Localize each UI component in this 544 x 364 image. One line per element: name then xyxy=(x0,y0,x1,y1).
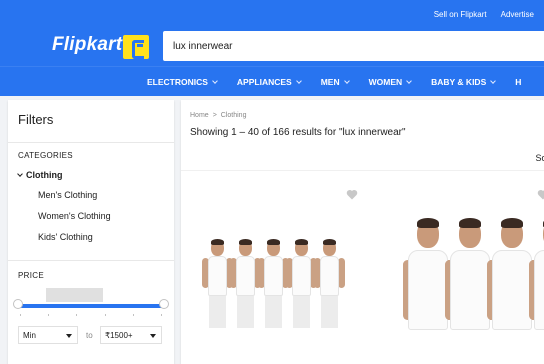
price-slider-track[interactable] xyxy=(18,304,164,308)
caret-down-icon xyxy=(66,334,72,338)
price-slider-max-handle[interactable] xyxy=(159,299,169,309)
price-histogram xyxy=(46,288,103,302)
subcategory-womens-clothing[interactable]: Women's Clothing xyxy=(38,211,111,221)
nav-label: WOMEN xyxy=(368,77,403,87)
results-panel: Home > Clothing Showing 1 – 40 of 166 re… xyxy=(181,100,544,364)
search-box[interactable] xyxy=(163,31,544,61)
header: Sell on Flipkart Advertise Flipkart xyxy=(0,0,544,66)
price-to-label: to xyxy=(86,331,93,340)
nav-home-truncated[interactable]: H xyxy=(515,77,521,87)
sort-label[interactable]: Sort xyxy=(535,153,544,163)
chevron-down-icon xyxy=(406,77,412,84)
divider xyxy=(8,142,174,143)
nav-women[interactable]: WOMEN xyxy=(369,77,412,87)
divider xyxy=(8,260,174,261)
nav-label: APPLIANCES xyxy=(236,77,292,87)
filters-title: Filters xyxy=(18,112,54,127)
chevron-down-icon xyxy=(212,77,218,84)
price-heading: PRICE xyxy=(18,271,44,280)
categories-heading: CATEGORIES xyxy=(18,151,73,160)
divider xyxy=(181,170,544,171)
page: Sell on Flipkart Advertise Flipkart ELEC… xyxy=(0,0,544,364)
category-navbar: ELECTRONICS APPLIANCES MEN WOMEN BABY & … xyxy=(0,66,544,96)
flipkart-logo-icon[interactable] xyxy=(123,35,149,59)
nav-men[interactable]: MEN xyxy=(320,77,350,87)
product-image-vest-pack[interactable] xyxy=(201,230,351,330)
nav-label: BABY & KIDS xyxy=(431,77,487,87)
category-label: Clothing xyxy=(26,170,63,180)
wishlist-heart-icon[interactable] xyxy=(537,189,544,200)
nav-baby-kids[interactable]: BABY & KIDS xyxy=(431,77,497,87)
flipkart-logo-text[interactable]: Flipkart xyxy=(52,34,122,56)
subcategory-mens-clothing[interactable]: Men's Clothing xyxy=(38,190,97,200)
results-summary: Showing 1 – 40 of 166 results for "lux i… xyxy=(190,127,406,138)
price-slider-ticks xyxy=(20,314,162,317)
search-input[interactable] xyxy=(163,31,544,61)
nav-label: H xyxy=(515,77,522,87)
breadcrumb-separator: > xyxy=(212,112,217,119)
sell-on-flipkart-link[interactable]: Sell on Flipkart xyxy=(434,10,487,19)
max-price-select[interactable]: ₹1500+ xyxy=(100,326,162,344)
price-slider-min-handle[interactable] xyxy=(13,299,23,309)
nav-label: ELECTRONICS xyxy=(147,77,208,87)
top-links: Sell on Flipkart Advertise xyxy=(434,10,534,19)
nav-electronics[interactable]: ELECTRONICS xyxy=(147,77,218,87)
category-clothing[interactable]: Clothing xyxy=(17,170,63,180)
wishlist-heart-icon[interactable] xyxy=(346,189,358,200)
chevron-down-icon xyxy=(490,77,497,84)
breadcrumb-clothing[interactable]: Clothing xyxy=(221,112,247,119)
nav-appliances[interactable]: APPLIANCES xyxy=(236,77,302,87)
min-price-select[interactable]: Min xyxy=(18,326,78,344)
caret-down-icon xyxy=(150,334,156,338)
max-price-value: ₹1500+ xyxy=(105,330,133,340)
nav-label: MEN xyxy=(320,77,340,87)
filters-sidebar: Filters CATEGORIES Clothing Men's Clothi… xyxy=(8,100,174,364)
product-image-tshirt-pack[interactable] xyxy=(403,212,544,364)
chevron-down-icon xyxy=(17,170,23,177)
subcategory-kids-clothing[interactable]: Kids' Clothing xyxy=(38,232,93,242)
chevron-down-icon xyxy=(295,77,302,84)
breadcrumb-home[interactable]: Home xyxy=(190,112,209,119)
breadcrumb: Home > Clothing xyxy=(190,112,246,119)
advertise-link[interactable]: Advertise xyxy=(501,10,534,19)
min-price-value: Min xyxy=(23,330,36,340)
chevron-down-icon xyxy=(343,77,350,84)
